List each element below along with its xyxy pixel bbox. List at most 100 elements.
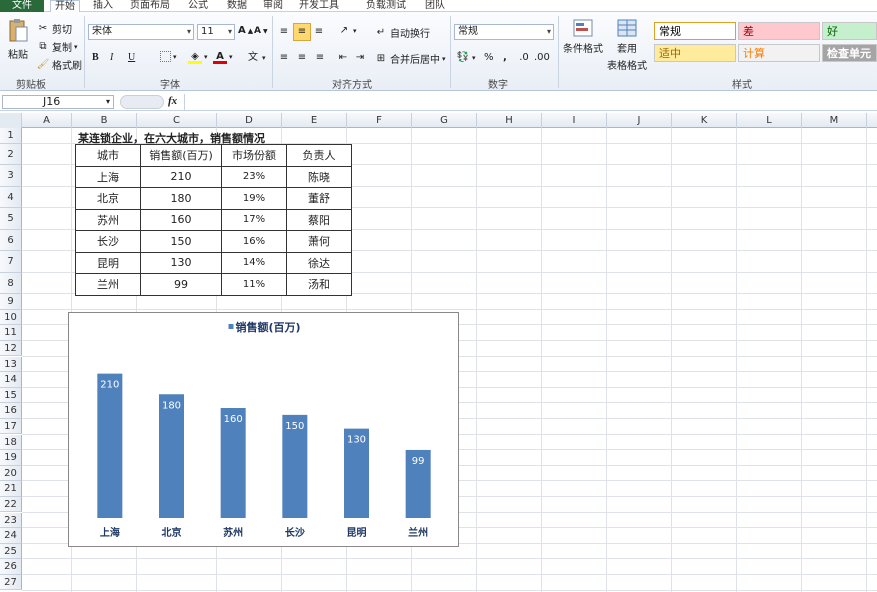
increase-indent-button[interactable]: ⇥ xyxy=(353,51,367,65)
column-header-B[interactable]: B xyxy=(72,113,137,128)
row-header-18[interactable]: 18 xyxy=(0,434,22,451)
table-cell[interactable]: 19% xyxy=(221,187,287,210)
cell-style-2[interactable]: 好 xyxy=(822,22,877,40)
comma-button[interactable]: , xyxy=(503,52,507,63)
table-cell[interactable]: 兰州 xyxy=(75,273,141,296)
column-header-J[interactable]: J xyxy=(607,113,672,128)
font-size-combo[interactable]: 11 ▾ xyxy=(197,24,235,40)
table-cell[interactable]: 汤和 xyxy=(286,273,352,296)
row-header-17[interactable]: 17 xyxy=(0,418,22,435)
row-header-1[interactable]: 1 xyxy=(0,128,22,144)
decrease-decimal-button[interactable]: .00 xyxy=(534,51,550,65)
table-cell[interactable]: 180 xyxy=(140,187,222,210)
cell-style-3[interactable]: 适中 xyxy=(654,44,736,62)
row-header-3[interactable]: 3 xyxy=(0,165,22,187)
row-header-8[interactable]: 8 xyxy=(0,272,22,295)
underline-button[interactable]: U xyxy=(128,52,135,63)
table-cell[interactable]: 17% xyxy=(221,208,287,231)
row-header-12[interactable]: 12 xyxy=(0,340,22,357)
align-center-button[interactable]: ≡ xyxy=(295,51,309,65)
column-heading-cell[interactable]: 市场份额 xyxy=(221,144,287,167)
row-header-19[interactable]: 19 xyxy=(0,450,22,466)
format-painter-button[interactable]: 🖌 格式刷 xyxy=(36,57,82,73)
font-name-combo[interactable]: 宋体 ▾ xyxy=(88,24,194,40)
formula-bar-resize-handle[interactable] xyxy=(120,95,164,109)
increase-decimal-button[interactable]: .0 xyxy=(517,51,531,65)
table-cell[interactable]: 董舒 xyxy=(286,187,352,210)
table-cell[interactable]: 北京 xyxy=(75,187,141,210)
tab-formulas[interactable]: 公式 xyxy=(188,0,208,12)
copy-button[interactable]: ⧉ 复制 ▾ xyxy=(36,39,77,55)
orientation-button[interactable]: ↗ ▾ xyxy=(337,24,357,38)
tab-review[interactable]: 审阅 xyxy=(263,0,283,12)
table-cell[interactable]: 苏州 xyxy=(75,208,141,231)
table-cell[interactable]: 蔡阳 xyxy=(286,208,352,231)
table-cell[interactable]: 上海 xyxy=(75,165,141,188)
column-header-H[interactable]: H xyxy=(477,113,542,128)
table-cell[interactable]: 徐达 xyxy=(286,251,352,274)
fill-color-button[interactable]: ◈ ▾ xyxy=(188,50,208,64)
currency-button[interactable]: 💱 ▾ xyxy=(456,51,476,65)
phonetic-button[interactable]: 文 ▾ xyxy=(246,51,266,65)
column-header-F[interactable]: F xyxy=(347,113,412,128)
table-cell[interactable]: 陈晓 xyxy=(286,165,352,188)
bold-button[interactable]: B xyxy=(92,52,99,63)
column-header-K[interactable]: K xyxy=(672,113,737,128)
table-cell[interactable]: 99 xyxy=(140,273,222,296)
column-header-E[interactable]: E xyxy=(282,113,347,128)
row-header-16[interactable]: 16 xyxy=(0,403,22,419)
table-cell[interactable]: 150 xyxy=(140,230,222,253)
percent-button[interactable]: % xyxy=(484,52,494,63)
format-as-table-button[interactable]: 套用 表格格式 xyxy=(604,18,650,72)
row-header-23[interactable]: 23 xyxy=(0,512,22,529)
column-heading-cell[interactable]: 城市 xyxy=(75,144,141,167)
row-header-26[interactable]: 26 xyxy=(0,559,22,575)
align-top-button[interactable]: ≡ xyxy=(277,25,291,39)
tab-developer[interactable]: 开发工具 xyxy=(299,0,339,12)
chart-bar-北京[interactable] xyxy=(159,394,184,518)
table-cell[interactable]: 130 xyxy=(140,251,222,274)
select-all-corner[interactable] xyxy=(0,113,22,128)
column-header-D[interactable]: D xyxy=(217,113,282,128)
row-header-20[interactable]: 20 xyxy=(0,465,22,482)
table-cell[interactable]: 11% xyxy=(221,273,287,296)
table-cell[interactable]: 210 xyxy=(140,165,222,188)
decrease-indent-button[interactable]: ⇤ xyxy=(336,51,350,65)
cell-style-5[interactable]: 检查单元 xyxy=(822,44,877,62)
row-header-15[interactable]: 15 xyxy=(0,387,22,404)
table-cell[interactable]: 昆明 xyxy=(75,251,141,274)
column-heading-cell[interactable]: 负责人 xyxy=(286,144,352,167)
font-color-button[interactable]: A ▾ xyxy=(213,50,233,64)
row-header-11[interactable]: 11 xyxy=(0,325,22,341)
row-header-13[interactable]: 13 xyxy=(0,356,22,373)
sales-bar-chart[interactable]: 销售额(百万) 210 上海 180 北京 160 苏州 150 长沙 130 昆明 99 兰州 xyxy=(68,312,459,547)
column-header-M[interactable]: M xyxy=(802,113,867,128)
align-left-button[interactable]: ≡ xyxy=(277,51,291,65)
paste-button[interactable]: 粘贴 xyxy=(4,18,32,61)
align-middle-button[interactable]: ≡ xyxy=(293,23,311,41)
column-header-G[interactable]: G xyxy=(412,113,477,128)
tab-team[interactable]: 团队 xyxy=(425,0,445,12)
row-header-2[interactable]: 2 xyxy=(0,143,22,166)
formula-input[interactable] xyxy=(184,94,877,110)
table-cell[interactable]: 14% xyxy=(221,251,287,274)
row-header-21[interactable]: 21 xyxy=(0,481,22,497)
row-header-14[interactable]: 14 xyxy=(0,372,22,388)
row-header-6[interactable]: 6 xyxy=(0,229,22,252)
cell-style-1[interactable]: 差 xyxy=(738,22,820,40)
conditional-format-button[interactable]: 条件格式 xyxy=(563,18,603,55)
cell-style-0[interactable]: 常规 xyxy=(654,22,736,40)
insert-function-icon[interactable]: fx xyxy=(168,95,177,107)
row-header-27[interactable]: 27 xyxy=(0,574,22,591)
row-header-5[interactable]: 5 xyxy=(0,208,22,230)
row-header-10[interactable]: 10 xyxy=(0,309,22,326)
tab-load-test[interactable]: 负载测试 xyxy=(366,0,406,12)
name-box[interactable]: J16 ▾ xyxy=(2,95,114,109)
table-cell[interactable]: 23% xyxy=(221,165,287,188)
row-header-24[interactable]: 24 xyxy=(0,528,22,544)
cell-style-4[interactable]: 计算 xyxy=(738,44,820,62)
tab-file[interactable]: 文件 xyxy=(0,0,44,12)
cut-button[interactable]: ✂ 剪切 xyxy=(36,21,72,37)
align-bottom-button[interactable]: ≡ xyxy=(312,25,326,39)
row-header-4[interactable]: 4 xyxy=(0,186,22,209)
